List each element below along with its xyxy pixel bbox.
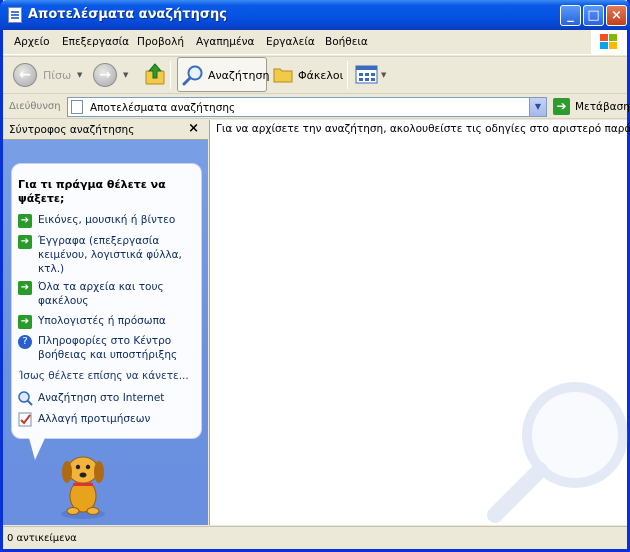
windows-flag-icon <box>600 34 618 51</box>
menu-file[interactable]: Αρχείο <box>14 36 50 48</box>
also-item-label: Αλλαγή προτιμήσεων <box>38 413 151 425</box>
search-question: Για τι πράγμα θέλετε να ψάξετε; <box>18 178 166 205</box>
help-icon: ? <box>18 335 32 349</box>
go-arrow-icon[interactable]: ➔ <box>553 98 570 115</box>
option-computers-people[interactable]: ➔ Υπολογιστές ή πρόσωπα <box>18 314 193 330</box>
menu-tools[interactable]: Εργαλεία <box>266 36 315 48</box>
title-bar[interactable]: Αποτελέσματα αναζήτησης _ □ × <box>0 0 630 30</box>
magnifier-watermark-icon <box>485 375 630 525</box>
status-bar: 0 αντικείμενα <box>3 526 627 549</box>
explorer-window: Αποτελέσματα αναζήτησης _ □ × Αρχείο Επε… <box>0 0 630 552</box>
address-label: Διεύθυνση <box>9 101 61 112</box>
maximize-icon: □ <box>587 8 600 23</box>
search-companion-pane: Σύντροφος αναζήτησης × Για τι πράγμα θέλ… <box>3 120 208 525</box>
search-companion-title: Σύντροφος αναζήτησης <box>9 124 135 136</box>
option-label: Εικόνες, μουσική ή βίντεο <box>38 214 176 226</box>
menu-favorites[interactable]: Αγαπημένα <box>196 36 254 48</box>
search-dog-character[interactable] <box>53 450 113 520</box>
views-dropdown-icon[interactable]: ▼ <box>381 71 386 79</box>
results-instructions: Για να αρχίσετε την αναζήτηση, ακολουθεί… <box>216 123 630 135</box>
close-pane-icon[interactable]: × <box>188 121 199 136</box>
option-label: Υπολογιστές ή πρόσωπα <box>38 315 166 327</box>
change-preferences-link[interactable]: Αλλαγή προτιμήσεων <box>18 412 193 428</box>
address-dropdown-icon[interactable]: ▼ <box>529 98 546 116</box>
search-icon <box>182 64 204 86</box>
views-icon[interactable] <box>355 65 379 85</box>
close-icon: × <box>611 8 622 23</box>
menu-bar: Αρχείο Επεξεργασία Προβολή Αγαπημένα Εργ… <box>3 30 627 55</box>
option-all-files[interactable]: ➔ Όλα τα αρχεία και τους φακέλους <box>18 280 193 308</box>
green-arrow-icon: ➔ <box>18 214 32 228</box>
forward-arrow-icon[interactable]: → <box>93 63 117 87</box>
close-button[interactable]: × <box>606 5 627 26</box>
search-button-label: Αναζήτηση <box>208 69 270 82</box>
address-bar: Διεύθυνση Αποτελέσματα αναζήτησης ▼ ➔ Με… <box>3 95 630 119</box>
also-title: Ίσως θέλετε επίσης να κάνετε... <box>19 370 189 382</box>
option-label: Όλα τα αρχεία και τους φακέλους <box>38 281 164 307</box>
option-label: Πληροφορίες στο Κέντρο βοήθειας και υποσ… <box>38 335 178 361</box>
preferences-icon <box>18 412 33 427</box>
option-documents[interactable]: ➔ Έγγραφα (επεξεργασία κειμένου, λογιστι… <box>18 234 193 276</box>
windows-logo <box>591 30 627 55</box>
menu-help[interactable]: Βοήθεια <box>325 36 368 48</box>
address-value: Αποτελέσματα αναζήτησης <box>90 102 236 114</box>
status-item-count: 0 αντικείμενα <box>7 533 77 544</box>
address-field[interactable]: Αποτελέσματα αναζήτησης ▼ <box>67 97 547 117</box>
internet-search-icon <box>18 391 33 406</box>
back-arrow-icon[interactable]: ← <box>13 63 37 87</box>
search-window-icon <box>8 7 22 23</box>
maximize-button[interactable]: □ <box>583 5 604 26</box>
go-button-label[interactable]: Μετάβαση <box>575 101 630 113</box>
option-label: Έγγραφα (επεξεργασία κειμένου, λογιστικά… <box>38 235 182 275</box>
minimize-icon: _ <box>567 8 574 23</box>
window-title: Αποτελέσματα αναζήτησης <box>28 7 227 22</box>
speech-bubble-tail <box>29 438 45 460</box>
minimize-button[interactable]: _ <box>560 5 581 26</box>
menu-edit[interactable]: Επεξεργασία <box>62 36 129 48</box>
folders-icon[interactable] <box>273 65 293 83</box>
search-button[interactable]: Αναζήτηση <box>177 57 270 92</box>
also-item-label: Αναζήτηση στο Internet <box>38 392 165 404</box>
results-pane[interactable]: Για να αρχίσετε την αναζήτηση, ακολουθεί… <box>209 120 630 525</box>
green-arrow-icon: ➔ <box>18 315 32 329</box>
back-dropdown-icon[interactable]: ▼ <box>77 71 82 79</box>
search-internet-link[interactable]: Αναζήτηση στο Internet <box>18 391 193 407</box>
option-help-center[interactable]: ? Πληροφορίες στο Κέντρο βοήθειας και υπ… <box>18 334 193 362</box>
folders-button-label[interactable]: Φάκελοι <box>298 69 343 82</box>
green-arrow-icon: ➔ <box>18 235 32 249</box>
search-companion-header: Σύντροφος αναζήτησης × <box>3 120 208 140</box>
standard-toolbar: ← Πίσω ▼ → ▼ Αναζήτηση Φάκελοι ▼ <box>3 56 627 94</box>
forward-dropdown-icon[interactable]: ▼ <box>123 71 128 79</box>
menu-view[interactable]: Προβολή <box>137 36 184 48</box>
up-folder-icon[interactable] <box>144 62 166 86</box>
green-arrow-icon: ➔ <box>18 281 32 295</box>
option-media[interactable]: ➔ Εικόνες, μουσική ή βίντεο <box>18 213 193 229</box>
back-button-label[interactable]: Πίσω <box>43 69 71 82</box>
search-results-icon <box>71 100 83 114</box>
